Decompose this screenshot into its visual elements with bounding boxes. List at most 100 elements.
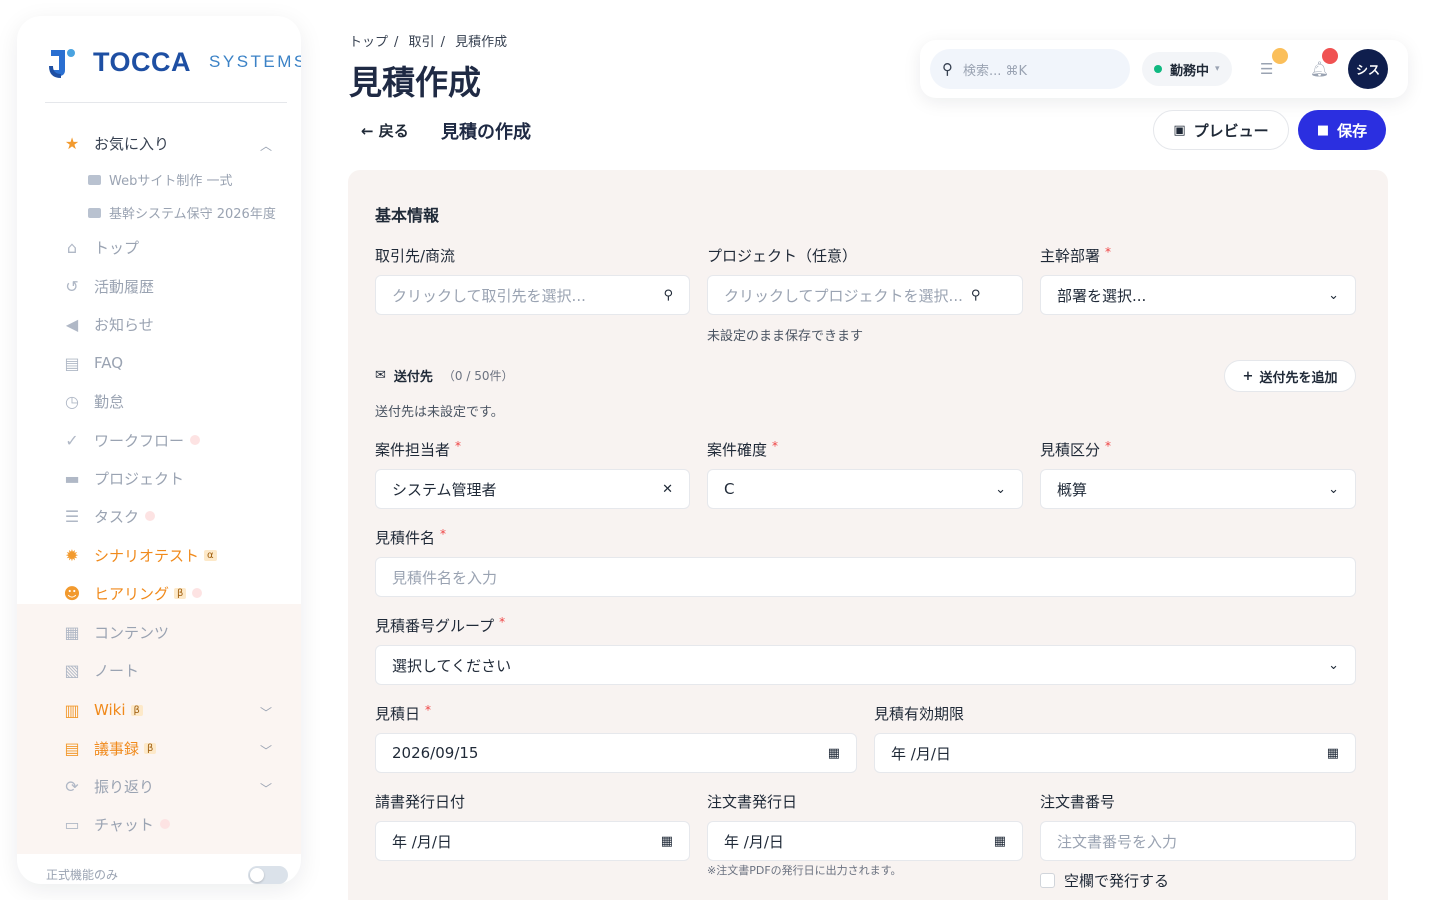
divider — [45, 102, 287, 103]
brand-suffix: SYSTEMS — [209, 52, 301, 71]
form-title: 見積の作成 — [441, 122, 531, 143]
calendar-icon[interactable]: ▦ — [661, 834, 673, 849]
sidebar-item-label: ノート — [94, 661, 140, 680]
official-only-toggle[interactable] — [248, 866, 288, 884]
beta-badge: β — [130, 704, 143, 716]
sidebar-item-label: お知らせ — [94, 315, 154, 334]
bug-icon: ✹ — [65, 545, 79, 565]
number-group-select[interactable]: 選択してください ⌄ — [375, 645, 1356, 685]
date-label-text: 見積日 — [375, 705, 421, 723]
save-icon: ■ — [1316, 122, 1330, 138]
order-date-input[interactable]: 年 /月/日 ▦ — [707, 821, 1023, 861]
sidebar-item-retro[interactable]: ⟳ 振り返り — [62, 773, 154, 799]
chevron-down-icon[interactable]: ﹀ — [260, 704, 272, 721]
sidebar-item-faq[interactable]: ▤ FAQ — [62, 350, 123, 376]
book-icon: ▥ — [64, 700, 80, 720]
sidebar-item-attendance[interactable]: ◷ 勤怠 — [62, 388, 124, 414]
chevron-down-icon[interactable]: ﹀ — [260, 742, 272, 759]
calendar-icon[interactable]: ▦ — [994, 834, 1006, 849]
sidebar-item-chat[interactable]: ▭ チャット — [62, 811, 170, 837]
preview-button[interactable]: ▣ プレビュー — [1153, 110, 1289, 150]
owner-field[interactable]: システム管理者 ✕ — [375, 469, 690, 509]
sidebar-item-project[interactable]: ▬ プロジェクト — [62, 465, 184, 491]
blank-issue-checkbox[interactable] — [1040, 873, 1055, 888]
estimate-name-input[interactable]: 見積件名を入力 — [375, 557, 1356, 597]
department-select[interactable]: 部署を選択... ⌄ — [1040, 275, 1356, 315]
sidebar-item-news[interactable]: ◀ お知らせ — [62, 311, 154, 337]
sidebar-item-favorites[interactable]: ★ お気に入り — [62, 130, 169, 156]
sidebar-item-contents[interactable]: ▦ コンテンツ — [62, 619, 169, 645]
sidebar-item-scenario-test[interactable]: ✹ シナリオテスト α — [62, 542, 217, 568]
users-icon: ☻ — [63, 583, 81, 603]
certainty-select[interactable]: C ⌄ — [707, 469, 1023, 509]
sidebar-item-label: 議事録 — [94, 739, 140, 758]
notification-dot — [192, 588, 203, 598]
save-button[interactable]: ■ 保存 — [1298, 110, 1386, 150]
topbar: ⚲ 検索... ⌘K 勤務中 ▾ ☰ 🔔︎ シス — [920, 40, 1408, 98]
calendar-icon[interactable]: ▦ — [828, 746, 840, 761]
valid-until-value: 年 /月/日 — [891, 744, 951, 763]
sidebar-item-activity[interactable]: ↺ 活動履歴 — [62, 273, 154, 299]
sidebar-item-top[interactable]: ⌂ トップ — [62, 234, 139, 260]
sidebar-item-hearing[interactable]: ☻ ヒアリング β — [62, 580, 203, 606]
chevron-down-icon: ⌄ — [995, 481, 1006, 497]
chevron-up-icon[interactable]: ︿ — [260, 137, 272, 154]
clear-icon[interactable]: ✕ — [662, 482, 673, 497]
back-button[interactable]: ← 戻る — [361, 120, 409, 141]
avatar[interactable]: シス — [1348, 49, 1388, 89]
department-label-text: 主幹部署 — [1040, 247, 1101, 265]
chevron-down-icon: ⌄ — [1328, 657, 1339, 673]
breadcrumb-item: 見積作成 — [455, 35, 508, 50]
number-group-value: 選択してください — [392, 656, 512, 675]
sidebar-item-note[interactable]: ▧ ノート — [62, 657, 139, 683]
valid-until-input[interactable]: 年 /月/日 ▦ — [874, 733, 1356, 773]
logo[interactable]: TOCCA SYSTEMS — [47, 44, 301, 80]
clock-icon: ◷ — [65, 391, 79, 411]
recipients-count: （0 / 50件） — [442, 369, 514, 383]
work-status-button[interactable]: 勤務中 ▾ — [1142, 52, 1232, 86]
check-circle-icon: ✓ — [65, 430, 79, 450]
chevron-down-icon: ⌄ — [1328, 287, 1339, 303]
sidebar-item-label: タスク — [94, 507, 140, 526]
logo-mark-icon — [49, 49, 75, 78]
sidebar-item-workflow[interactable]: ✓ ワークフロー — [62, 427, 201, 453]
breadcrumb-item[interactable]: トップ — [349, 35, 388, 50]
favorite-item[interactable]: Webサイト制作 一式 — [88, 170, 232, 189]
breadcrumb-item[interactable]: 取引 — [409, 35, 435, 50]
chevron-down-icon: ⌄ — [1328, 481, 1339, 497]
owner-value: システム管理者 — [392, 480, 497, 499]
sidebar-item-label: トップ — [94, 238, 140, 257]
order-number-input[interactable]: 注文書番号を入力 — [1040, 821, 1356, 861]
sidebar-item-minutes[interactable]: ▤ 議事録 β — [62, 735, 157, 761]
category-label: 見積区分 * — [1040, 439, 1111, 460]
sidebar-item-label: シナリオテスト — [94, 546, 200, 565]
project-field[interactable]: クリックしてプロジェクトを選択... ⚲ — [707, 275, 1023, 315]
estimate-name-placeholder: 見積件名を入力 — [392, 568, 498, 587]
client-field[interactable]: クリックして取引先を選択... ⚲ — [375, 275, 690, 315]
client-placeholder: クリックして取引先を選択... — [392, 286, 586, 305]
search-icon: ⚲ — [663, 287, 673, 303]
work-status-label: 勤務中 — [1170, 63, 1210, 79]
sidebar-item-task[interactable]: ☰ タスク — [62, 503, 156, 529]
add-recipient-button[interactable]: + 送付先を追加 — [1224, 360, 1356, 392]
sidebar-item-label: FAQ — [94, 354, 124, 372]
search-input[interactable]: ⚲ 検索... ⌘K — [930, 49, 1130, 89]
chevron-down-icon[interactable]: ﹀ — [260, 780, 272, 797]
breadcrumb-separator: / — [440, 35, 445, 50]
breadcrumb-separator: / — [394, 35, 399, 50]
category-select[interactable]: 概算 ⌄ — [1040, 469, 1356, 509]
calendar-icon[interactable]: ▦ — [1327, 746, 1339, 761]
certainty-label: 案件確度 * — [707, 439, 778, 460]
order-number-label: 注文書番号 — [1040, 793, 1116, 811]
task-list-icon[interactable]: ☰ — [1260, 60, 1273, 78]
estimate-date-input[interactable]: 2026/09/15 ▦ — [375, 733, 857, 773]
chat-bubbles-icon: ▤ — [64, 353, 80, 373]
sidebar-item-label: Wiki — [94, 701, 126, 719]
sidebar-item-label: 活動履歴 — [94, 277, 155, 296]
favorite-item[interactable]: 基幹システム保守 2026年度 — [88, 203, 276, 222]
recipients-empty: 送付先は未設定です。 — [375, 405, 504, 420]
beta-badge: β — [174, 587, 187, 599]
sidebar-item-wiki[interactable]: ▥ Wiki β — [62, 697, 143, 723]
order-number-placeholder: 注文書番号を入力 — [1057, 832, 1178, 851]
ack-date-input[interactable]: 年 /月/日 ▦ — [375, 821, 690, 861]
